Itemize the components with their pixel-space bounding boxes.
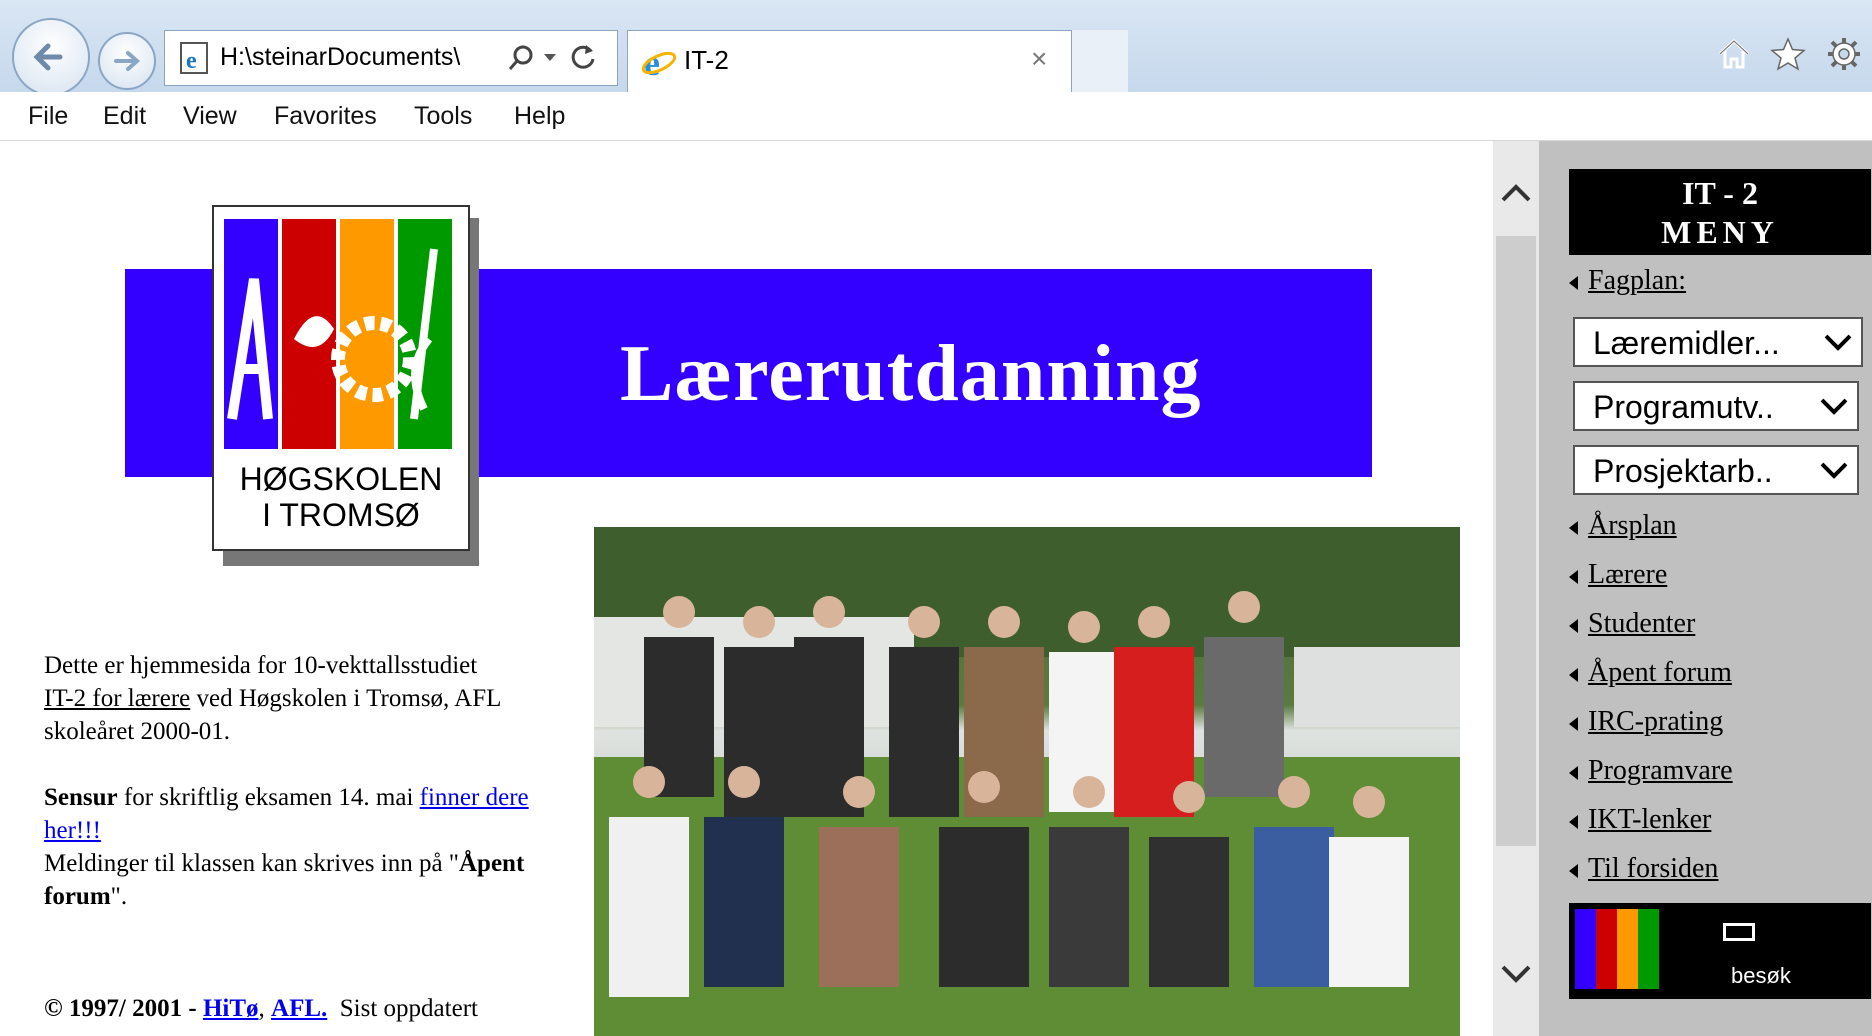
menu-header: IT - 2 MENY [1569,169,1871,255]
banner-title: Lærerutdanning [620,330,1202,418]
menu-help[interactable]: Help [514,102,565,131]
arrow-left-icon [1569,716,1578,731]
logo-symbols [227,248,438,420]
new-tab-button[interactable] [1071,30,1128,92]
tab-close-button[interactable]: × [1031,43,1047,75]
arrow-left-icon [1569,765,1578,780]
menu-tools[interactable]: Tools [414,102,472,131]
dropdown-prosjektarb[interactable]: Prosjektarb.. [1573,445,1859,495]
footer: © 1997/ 2001 - HiTø, AFL. Sist oppdatert [44,995,478,1022]
home-icon[interactable] [1716,36,1752,72]
logo-text-line2: I TROMSØ [262,497,420,533]
dropdown-laeremidler[interactable]: Læremidler... [1573,317,1863,367]
sidebar-item-fagplan[interactable]: Fagplan: [1569,265,1686,297]
page-content: Lærerutdanning HØGSKOLEN I TROMSØ Dette … [0,141,1872,1036]
menu-view[interactable]: View [183,102,237,131]
arrow-left-icon [1569,863,1578,878]
hito-link[interactable]: HiTø [203,995,259,1022]
scroll-up-icon[interactable] [1500,183,1532,203]
address-text[interactable]: H:\steinarDocuments\it [220,43,460,72]
settings-gear-icon[interactable] [1826,36,1862,72]
svg-text:e: e [186,48,197,74]
dropdown-programutv[interactable]: Programutv.. [1573,381,1859,431]
ie-page-icon: e [180,42,208,74]
menu-edit[interactable]: Edit [103,102,146,131]
counter-icon [1723,923,1755,941]
ie-tab-icon: e [641,43,677,81]
sidebar-menu: IT - 2 MENY Fagplan: Læremidler... Progr… [1539,141,1872,1036]
visit-logo-thumbnail [1575,909,1659,989]
scrollbar-thumb[interactable] [1496,236,1536,846]
logo-text-line1: HØGSKOLEN [239,461,443,497]
sidebar-item-laerere[interactable]: Lærere [1569,559,1667,591]
refresh-icon[interactable] [567,41,599,73]
back-icon [33,43,63,71]
intro-paragraph-1: Dette er hjemmesida for 10-vekttallsstud… [44,652,501,745]
sidebar-item-studenter[interactable]: Studenter [1569,608,1695,640]
chevron-down-icon [1824,334,1852,351]
forward-icon [114,51,141,71]
chevron-down-icon [1820,462,1848,479]
class-group-photo [594,527,1460,1036]
dropdown-arrow-icon[interactable] [543,53,557,63]
arrow-left-icon [1569,618,1578,633]
address-bar[interactable]: e H:\steinarDocuments\it [164,30,618,86]
group-photo-people [594,527,1460,1036]
sidebar-item-ikt-lenker[interactable]: IKT-lenker [1569,804,1711,836]
sidebar-item-arsplan[interactable]: Årsplan [1569,510,1677,542]
hitos-logo: HØGSKOLEN I TROMSØ [212,205,470,551]
afl-link[interactable]: AFL. [271,995,327,1022]
menu-file[interactable]: File [28,102,68,131]
menu-bar: File Edit View Favorites Tools Help [0,92,1872,141]
sidebar-item-apent-forum[interactable]: Åpent forum [1569,657,1732,689]
tab-title: IT-2 [684,45,729,75]
it2-link[interactable]: IT-2 for lærere [44,685,190,712]
arrow-left-icon [1569,520,1578,535]
browser-chrome: e H:\steinarDocuments\it e IT-2 × [0,0,1872,96]
arrow-left-icon [1569,569,1578,584]
scroll-down-icon[interactable] [1500,964,1532,984]
arrow-left-icon [1569,667,1578,682]
forward-button[interactable] [98,32,156,90]
visit-counter[interactable]: besøk [1569,903,1871,999]
intro-paragraph-2: Sensur for skriftlig eksamen 14. mai fin… [44,784,529,910]
tab-it2[interactable]: e IT-2 × [627,30,1127,92]
menu-favorites[interactable]: Favorites [274,102,377,131]
intro-text: Dette er hjemmesida for 10-vekttallsstud… [44,649,574,913]
sidebar-item-til-forsiden[interactable]: Til forsiden [1569,853,1718,885]
search-icon[interactable] [507,43,537,73]
sidebar-item-irc-prating[interactable]: IRC-prating [1569,706,1723,738]
arrow-left-icon [1569,814,1578,829]
back-button[interactable] [12,18,90,96]
sidebar-item-programvare[interactable]: Programvare [1569,755,1733,787]
visit-label: besøk [1731,963,1791,988]
arrow-left-icon [1569,275,1578,290]
favorites-star-icon[interactable] [1770,36,1806,72]
scrollbar[interactable] [1493,141,1539,1036]
chevron-down-icon [1820,398,1848,415]
